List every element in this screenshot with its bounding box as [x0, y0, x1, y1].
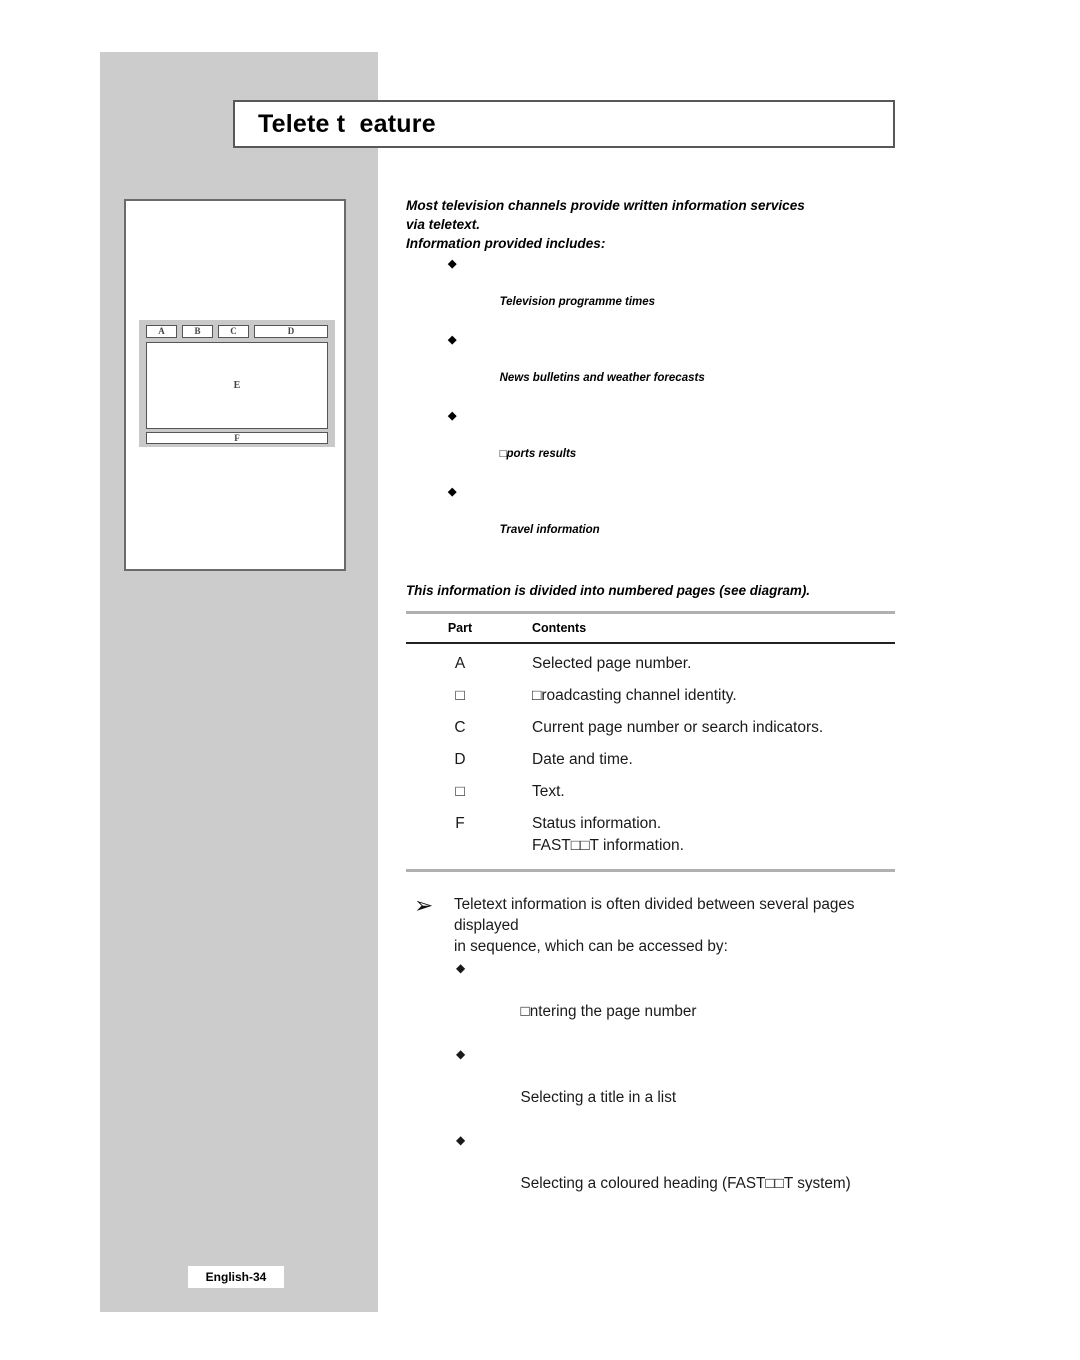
- list-item: ◆ Travel information: [406, 483, 906, 559]
- table-cell-part: □: [455, 783, 465, 800]
- table-row: □ Text.: [406, 781, 895, 803]
- intro-block: Most television channels provide written…: [406, 196, 906, 253]
- diagram-cell-a: A: [146, 325, 177, 338]
- table-cell-contents: Current page number or search indicators…: [532, 719, 824, 736]
- table-cell-part: F: [455, 815, 465, 832]
- diagram-cell-b: B: [182, 325, 213, 338]
- intro-line-3: Information provided includes:: [406, 236, 606, 251]
- table-body: A Selected page number. □ □roadcasting c…: [406, 644, 895, 869]
- list-item-label: News bulletins and weather forecasts: [499, 372, 705, 384]
- table-header-row: Part Contents: [406, 614, 895, 642]
- list-item-label: Selecting a title in a list: [520, 1089, 677, 1106]
- list-item: ◆ Selecting a title in a list: [454, 1044, 906, 1130]
- table-cell-part: C: [454, 719, 466, 736]
- list-item: ◆ □ntering the page number: [454, 958, 906, 1044]
- diagram-cell-c: C: [218, 325, 249, 338]
- table-cell-contents: Status information. FAST□□T information.: [532, 815, 684, 854]
- diamond-bullet-icon: ◆: [456, 1047, 466, 1061]
- table-cell-contents: □roadcasting channel identity.: [532, 687, 737, 704]
- divided-pages-note: This information is divided into numbere…: [406, 583, 811, 598]
- closing-note: ➢ Teletext information is often divided …: [406, 894, 906, 1216]
- table-row: C Current page number or search indicato…: [406, 717, 895, 739]
- list-item: ◆ Selecting a coloured heading (FAST□□T …: [454, 1130, 906, 1216]
- list-item-label: □ports results: [499, 448, 577, 460]
- diagram-cell-e: E: [146, 342, 328, 429]
- list-item-label: Television programme times: [499, 296, 656, 308]
- table-row: D Date and time.: [406, 749, 895, 771]
- diamond-bullet-icon: ◆: [448, 334, 457, 346]
- table-cell-part: A: [454, 655, 466, 672]
- diamond-bullet-icon: ◆: [456, 961, 466, 975]
- list-item-label: Travel information: [499, 524, 600, 536]
- table-cell-part: □: [455, 687, 465, 704]
- diagram-cell-f: F: [146, 432, 328, 444]
- column-header-part: Part: [447, 621, 473, 635]
- closing-bullet-list: ◆ □ntering the page number ◆ Selecting a…: [454, 958, 906, 1216]
- table-cell-part: D: [454, 751, 466, 768]
- diamond-bullet-icon: ◆: [448, 258, 457, 270]
- closing-paragraph: Teletext information is often divided be…: [454, 896, 855, 955]
- table-row: F Status information. FAST□□T informatio…: [406, 813, 895, 857]
- intro-line-1: Most television channels provide written…: [406, 198, 805, 213]
- page-title: Telete t eature: [258, 109, 436, 138]
- diamond-bullet-icon: ◆: [448, 486, 457, 498]
- table-cell-contents: Selected page number.: [532, 655, 692, 672]
- table-row: □ □roadcasting channel identity.: [406, 685, 895, 707]
- page-title-bar: Telete t eature: [233, 100, 895, 148]
- main-content: Most television channels provide written…: [406, 196, 906, 1216]
- diagram-cell-d: D: [254, 325, 328, 338]
- table-cell-contents: Date and time.: [532, 751, 633, 768]
- column-header-contents: Contents: [532, 621, 587, 635]
- teletext-screen-diagram: A B C D E F: [139, 320, 335, 447]
- diamond-bullet-icon: ◆: [448, 410, 457, 422]
- diamond-bullet-icon: ◆: [456, 1133, 466, 1147]
- arrow-right-icon: ➢: [414, 892, 434, 918]
- table-bottom-rule: [406, 869, 895, 872]
- intro-line-2: via teletext.: [406, 217, 481, 232]
- intro-bullet-list: ◆ Television programme times ◆ News bull…: [406, 255, 906, 559]
- part-contents-table: Part Contents A Selected page number. □ …: [406, 611, 895, 872]
- list-item-label: Selecting a coloured heading (FAST□□T sy…: [520, 1175, 851, 1192]
- diagram-top-row: A B C D: [146, 325, 328, 338]
- list-item: ◆ Television programme times: [406, 255, 906, 331]
- page-number-tab: English-34: [188, 1266, 284, 1288]
- list-item-label: □ntering the page number: [520, 1003, 697, 1020]
- list-item: ◆ □ports results: [406, 407, 906, 483]
- document-page: Telete t eature A B C D E F Most televis…: [0, 0, 1080, 1360]
- table-cell-contents: Text.: [532, 783, 565, 800]
- list-item: ◆ News bulletins and weather forecasts: [406, 331, 906, 407]
- table-row: A Selected page number.: [406, 653, 895, 675]
